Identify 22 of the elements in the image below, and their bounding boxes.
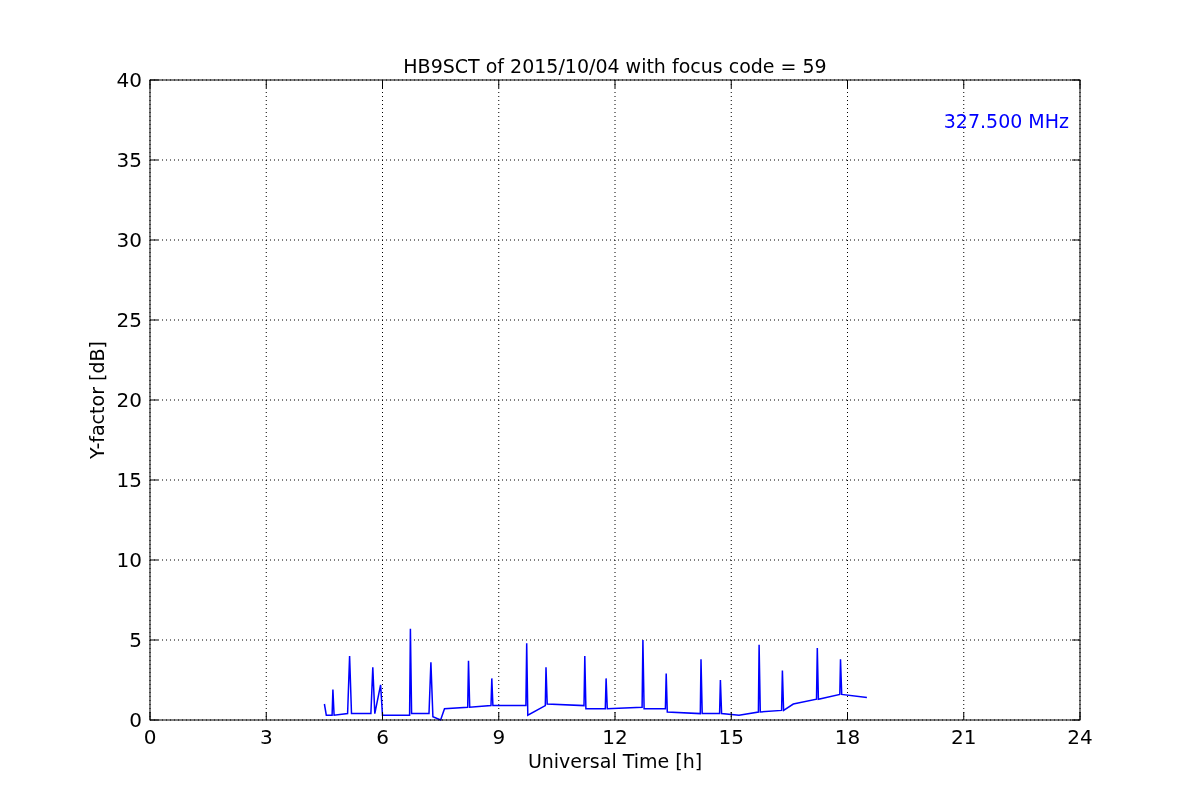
axis-tick-label: 21 xyxy=(951,725,977,749)
chart-title: HB9SCT of 2015/10/04 with focus code = 59 xyxy=(403,55,827,77)
axis-tick-label: 0 xyxy=(129,708,142,732)
axis-tick-label: 18 xyxy=(834,725,861,749)
axis-tick-label: 40 xyxy=(116,68,142,92)
axis-tick-label: 30 xyxy=(116,228,142,252)
axis-tick-label: 5 xyxy=(129,628,142,652)
axis-tick-label: 24 xyxy=(1067,725,1093,749)
axis-tick-label: 15 xyxy=(718,725,744,749)
axis-tick-label: 9 xyxy=(492,725,506,749)
axis-tick-label: 10 xyxy=(116,548,142,572)
axis-tick-label: 12 xyxy=(602,725,628,749)
axis-tick-label: 25 xyxy=(116,308,142,332)
series-label: 327.500 MHz xyxy=(943,110,1069,132)
axis-label: Y-factor [dB] xyxy=(86,341,108,459)
axis-tick-label: 3 xyxy=(259,725,273,749)
axis-tick-label: 15 xyxy=(116,468,142,492)
axis-label: Universal Time [h] xyxy=(527,750,703,772)
axis-tick-label: 0 xyxy=(143,725,157,749)
axis-tick-label: 35 xyxy=(116,148,142,172)
axis-tick-label: 20 xyxy=(116,388,142,412)
axis-tick-label: 6 xyxy=(376,725,389,749)
